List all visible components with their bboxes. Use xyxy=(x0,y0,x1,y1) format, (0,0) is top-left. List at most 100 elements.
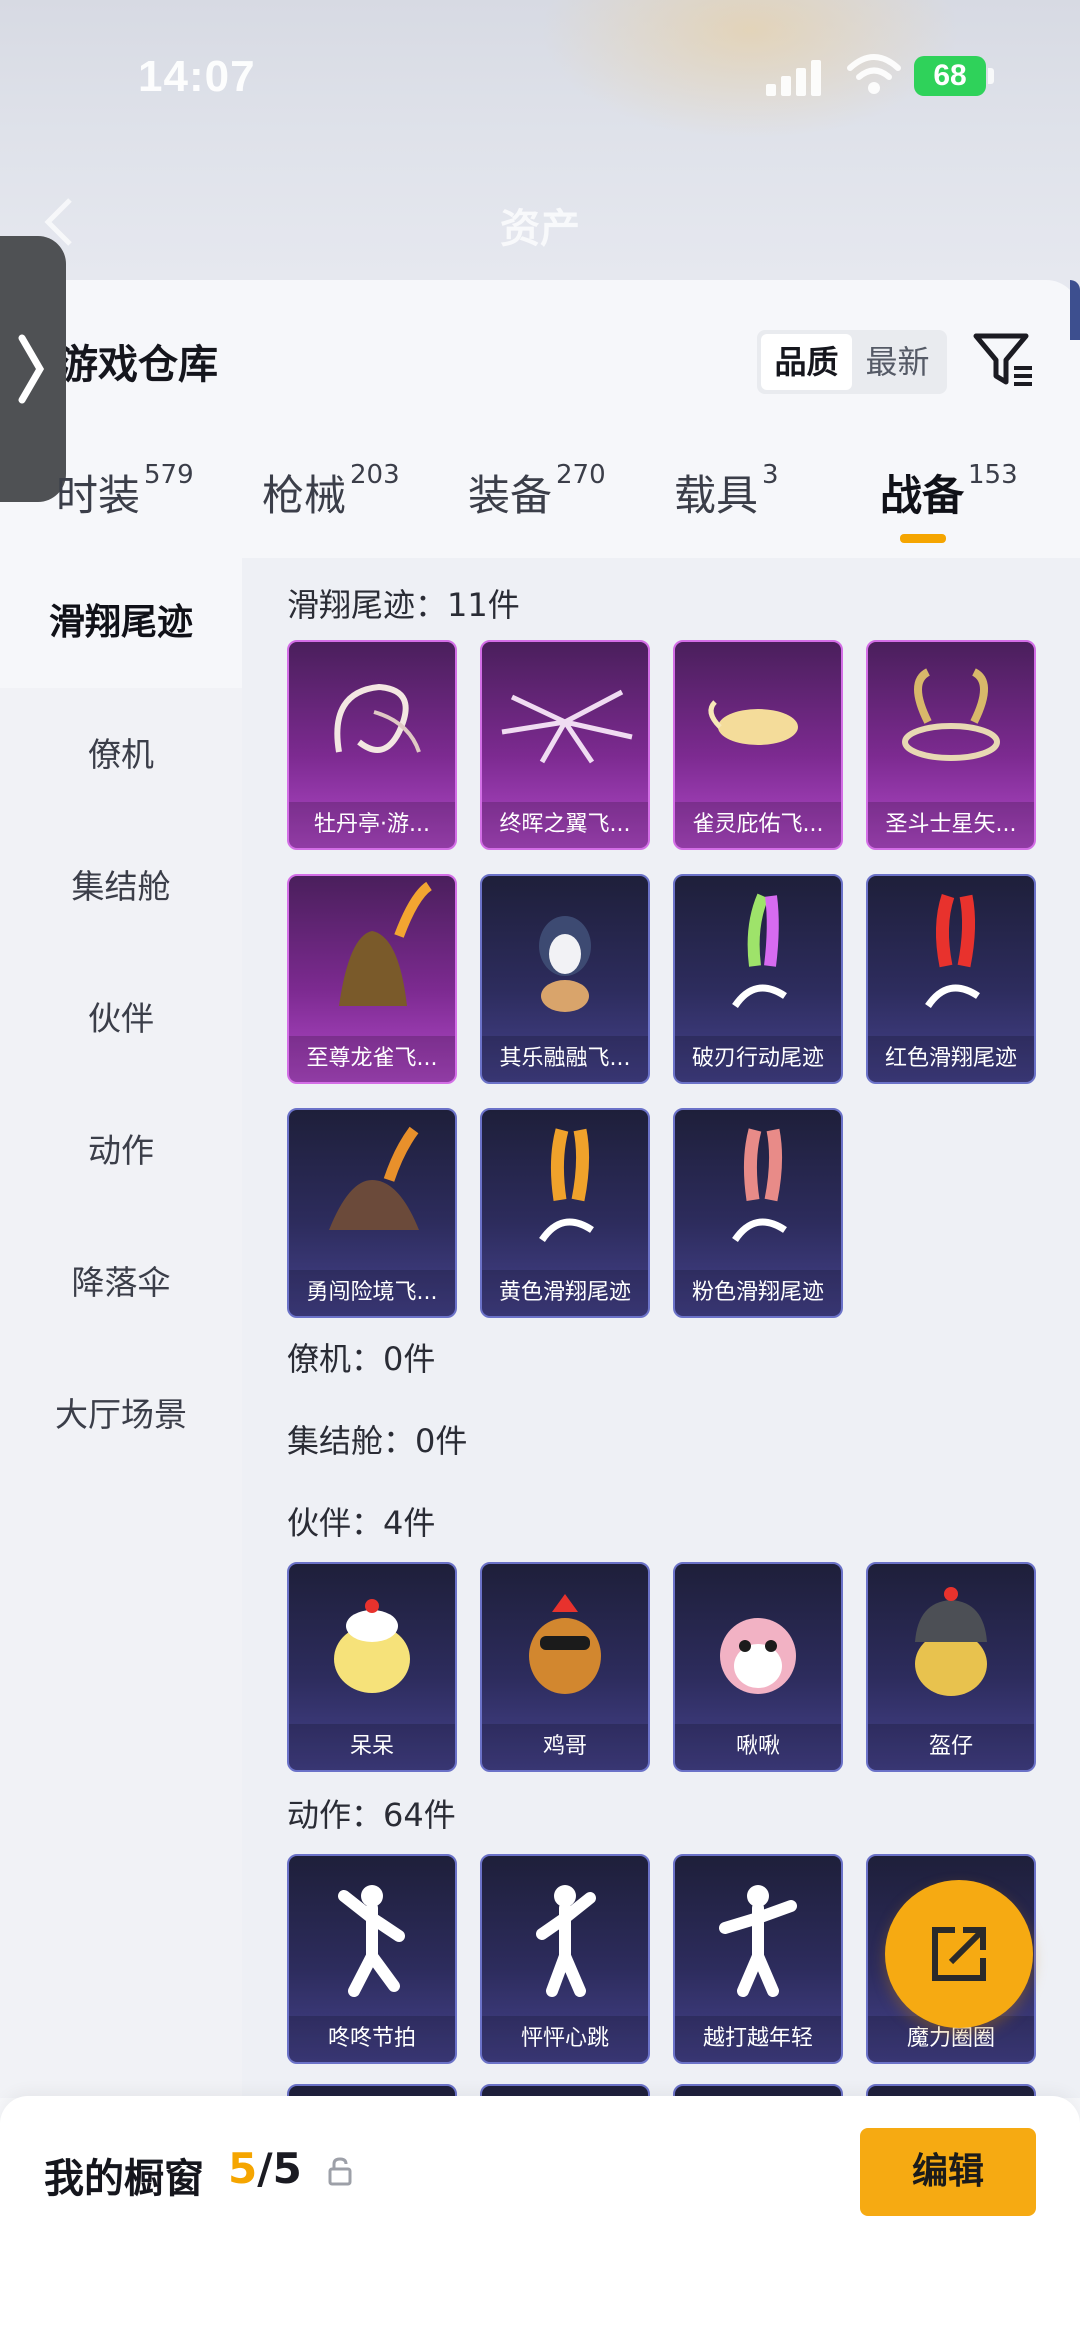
item-card[interactable]: 终晖之翼飞... xyxy=(480,640,650,850)
tab-count: 153 xyxy=(968,460,1018,490)
sidebar-item-partner[interactable]: 伙伴 xyxy=(0,954,242,1084)
battery-indicator: 68 xyxy=(914,56,986,96)
sidebar-item-capsule[interactable]: 集结舱 xyxy=(0,822,242,952)
tab-count: 270 xyxy=(556,460,606,490)
section-title-trails: 滑翔尾迹：11件 xyxy=(287,586,520,624)
share-icon xyxy=(932,1927,986,1981)
tab-label: 装备 xyxy=(468,471,553,520)
tab-label: 枪械 xyxy=(262,471,347,520)
item-art xyxy=(334,683,421,753)
lock-icon xyxy=(328,2157,352,2186)
tab-count: 203 xyxy=(350,460,400,490)
item-art xyxy=(902,668,1000,761)
item-art xyxy=(732,1128,787,1243)
signal-icon xyxy=(766,58,822,96)
item-card[interactable]: 勇闯险境飞... xyxy=(287,1108,457,1318)
item-card[interactable]: 鸡哥 xyxy=(480,1562,650,1772)
item-card[interactable]: 其乐融融飞... xyxy=(480,874,650,1084)
item-card[interactable]: 牡丹亭·游... xyxy=(287,640,457,850)
item-art xyxy=(339,881,433,1006)
item-art xyxy=(925,893,980,1009)
panel-title: 游戏仓库 xyxy=(58,342,218,388)
item-name: 呆呆 xyxy=(289,1724,455,1770)
active-tab-indicator xyxy=(900,534,946,543)
item-name: 雀灵庇佑飞... xyxy=(675,802,841,848)
filter-icon[interactable] xyxy=(972,330,1034,390)
wifi-icon xyxy=(847,54,901,94)
item-name: 盔仔 xyxy=(868,1724,1034,1770)
top-header: 14:07 68 资产 xyxy=(0,0,1080,300)
item-name: 牡丹亭·游... xyxy=(289,802,455,848)
item-card[interactable]: 咚咚节拍 xyxy=(287,1854,457,2064)
battery-tip xyxy=(988,68,994,84)
item-art xyxy=(329,1126,419,1230)
sidebar-item-emote[interactable]: 动作 xyxy=(0,1086,242,1216)
item-art xyxy=(334,1599,410,1693)
tab-count: 579 xyxy=(144,460,194,490)
item-card[interactable]: 越打越年轻 xyxy=(673,1854,843,2064)
item-name: 黄色滑翔尾迹 xyxy=(482,1270,648,1316)
sort-quality-button[interactable]: 品质 xyxy=(761,334,852,390)
item-name: 终晖之翼飞... xyxy=(482,802,648,848)
tab-vehicles[interactable]: 载具 3 xyxy=(674,460,779,523)
item-art xyxy=(539,916,591,1012)
item-name: 勇闯险境飞... xyxy=(289,1270,455,1316)
item-art xyxy=(732,893,787,1009)
item-card[interactable]: 盔仔 xyxy=(866,1562,1036,1772)
item-art xyxy=(529,1594,601,1694)
item-art xyxy=(720,1618,796,1694)
item-card[interactable]: 圣斗士星矢... xyxy=(866,640,1036,850)
item-art xyxy=(708,700,798,745)
item-card[interactable]: 呆呆 xyxy=(287,1562,457,1772)
section-title-emotes: 动作：64件 xyxy=(287,1796,456,1834)
edit-button[interactable]: 编辑 xyxy=(860,2128,1036,2216)
tab-fashion[interactable]: 时装 579 xyxy=(56,460,194,523)
sidebar-item-parachute[interactable]: 降落伞 xyxy=(0,1218,242,1348)
item-name: 越打越年轻 xyxy=(675,2016,841,2062)
section-title-partners: 伙伴：4件 xyxy=(287,1504,436,1542)
item-art xyxy=(719,1885,797,1997)
showcase-current: 5 xyxy=(228,2144,258,2193)
item-name: 至尊龙雀飞... xyxy=(289,1036,455,1082)
share-button[interactable] xyxy=(885,1880,1033,2028)
chevron-right-icon xyxy=(18,334,45,404)
tab-guns[interactable]: 枪械 203 xyxy=(262,460,400,523)
sidebar-item-wingman[interactable]: 僚机 xyxy=(0,690,242,820)
sidebar-item-glide-trail[interactable]: 滑翔尾迹 xyxy=(0,558,242,688)
showcase-bar: 我的橱窗 5/5 编辑 xyxy=(0,2096,1080,2341)
item-card[interactable]: 破刃行动尾迹 xyxy=(673,874,843,1084)
item-card[interactable]: 红色滑翔尾迹 xyxy=(866,874,1036,1084)
section-title-wingman: 僚机：0件 xyxy=(287,1340,436,1378)
status-time: 14:07 xyxy=(138,52,256,101)
item-art xyxy=(536,1885,596,1997)
tab-equipment[interactable]: 装备 270 xyxy=(468,460,606,523)
nav-title: 资产 xyxy=(500,206,580,252)
item-card[interactable]: 黄色滑翔尾迹 xyxy=(480,1108,650,1318)
item-card[interactable]: 啾啾 xyxy=(673,1562,843,1772)
sort-newest-button[interactable]: 最新 xyxy=(852,334,943,390)
item-name: 圣斗士星矢... xyxy=(868,802,1034,848)
item-art xyxy=(915,1587,987,1696)
showcase-label: 我的橱窗 xyxy=(44,2156,204,2202)
item-name: 怦怦心跳 xyxy=(482,2016,648,2062)
item-card[interactable]: 粉色滑翔尾迹 xyxy=(673,1108,843,1318)
item-card[interactable]: 怦怦心跳 xyxy=(480,1854,650,2064)
item-card[interactable]: 雀灵庇佑飞... xyxy=(673,640,843,850)
item-grid-area: 滑翔尾迹：11件 牡丹亭·游... 终晖之翼飞... 雀灵庇佑飞... 圣斗士星… xyxy=(242,558,1080,2098)
sort-toggle: 品质 最新 xyxy=(757,330,947,394)
item-name: 红色滑翔尾迹 xyxy=(868,1036,1034,1082)
showcase-count: 5/5 xyxy=(228,2144,302,2193)
item-name: 粉色滑翔尾迹 xyxy=(675,1270,841,1316)
sidebar-item-lobby[interactable]: 大厅场景 xyxy=(0,1350,242,1480)
item-name: 破刃行动尾迹 xyxy=(675,1036,841,1082)
category-tabs: 时装 579 枪械 203 装备 270 载具 3 战备 153 xyxy=(0,460,1080,562)
item-name: 咚咚节拍 xyxy=(289,2016,455,2062)
panel-edge-stripe xyxy=(1070,280,1080,340)
item-card[interactable]: 至尊龙雀飞... xyxy=(287,874,457,1084)
item-art xyxy=(501,689,633,764)
tab-count: 3 xyxy=(762,460,779,490)
tab-battle-prep[interactable]: 战备 153 xyxy=(880,460,1018,523)
item-name: 其乐融融飞... xyxy=(482,1036,648,1082)
item-name: 鸡哥 xyxy=(482,1724,648,1770)
tab-label: 载具 xyxy=(674,471,759,520)
